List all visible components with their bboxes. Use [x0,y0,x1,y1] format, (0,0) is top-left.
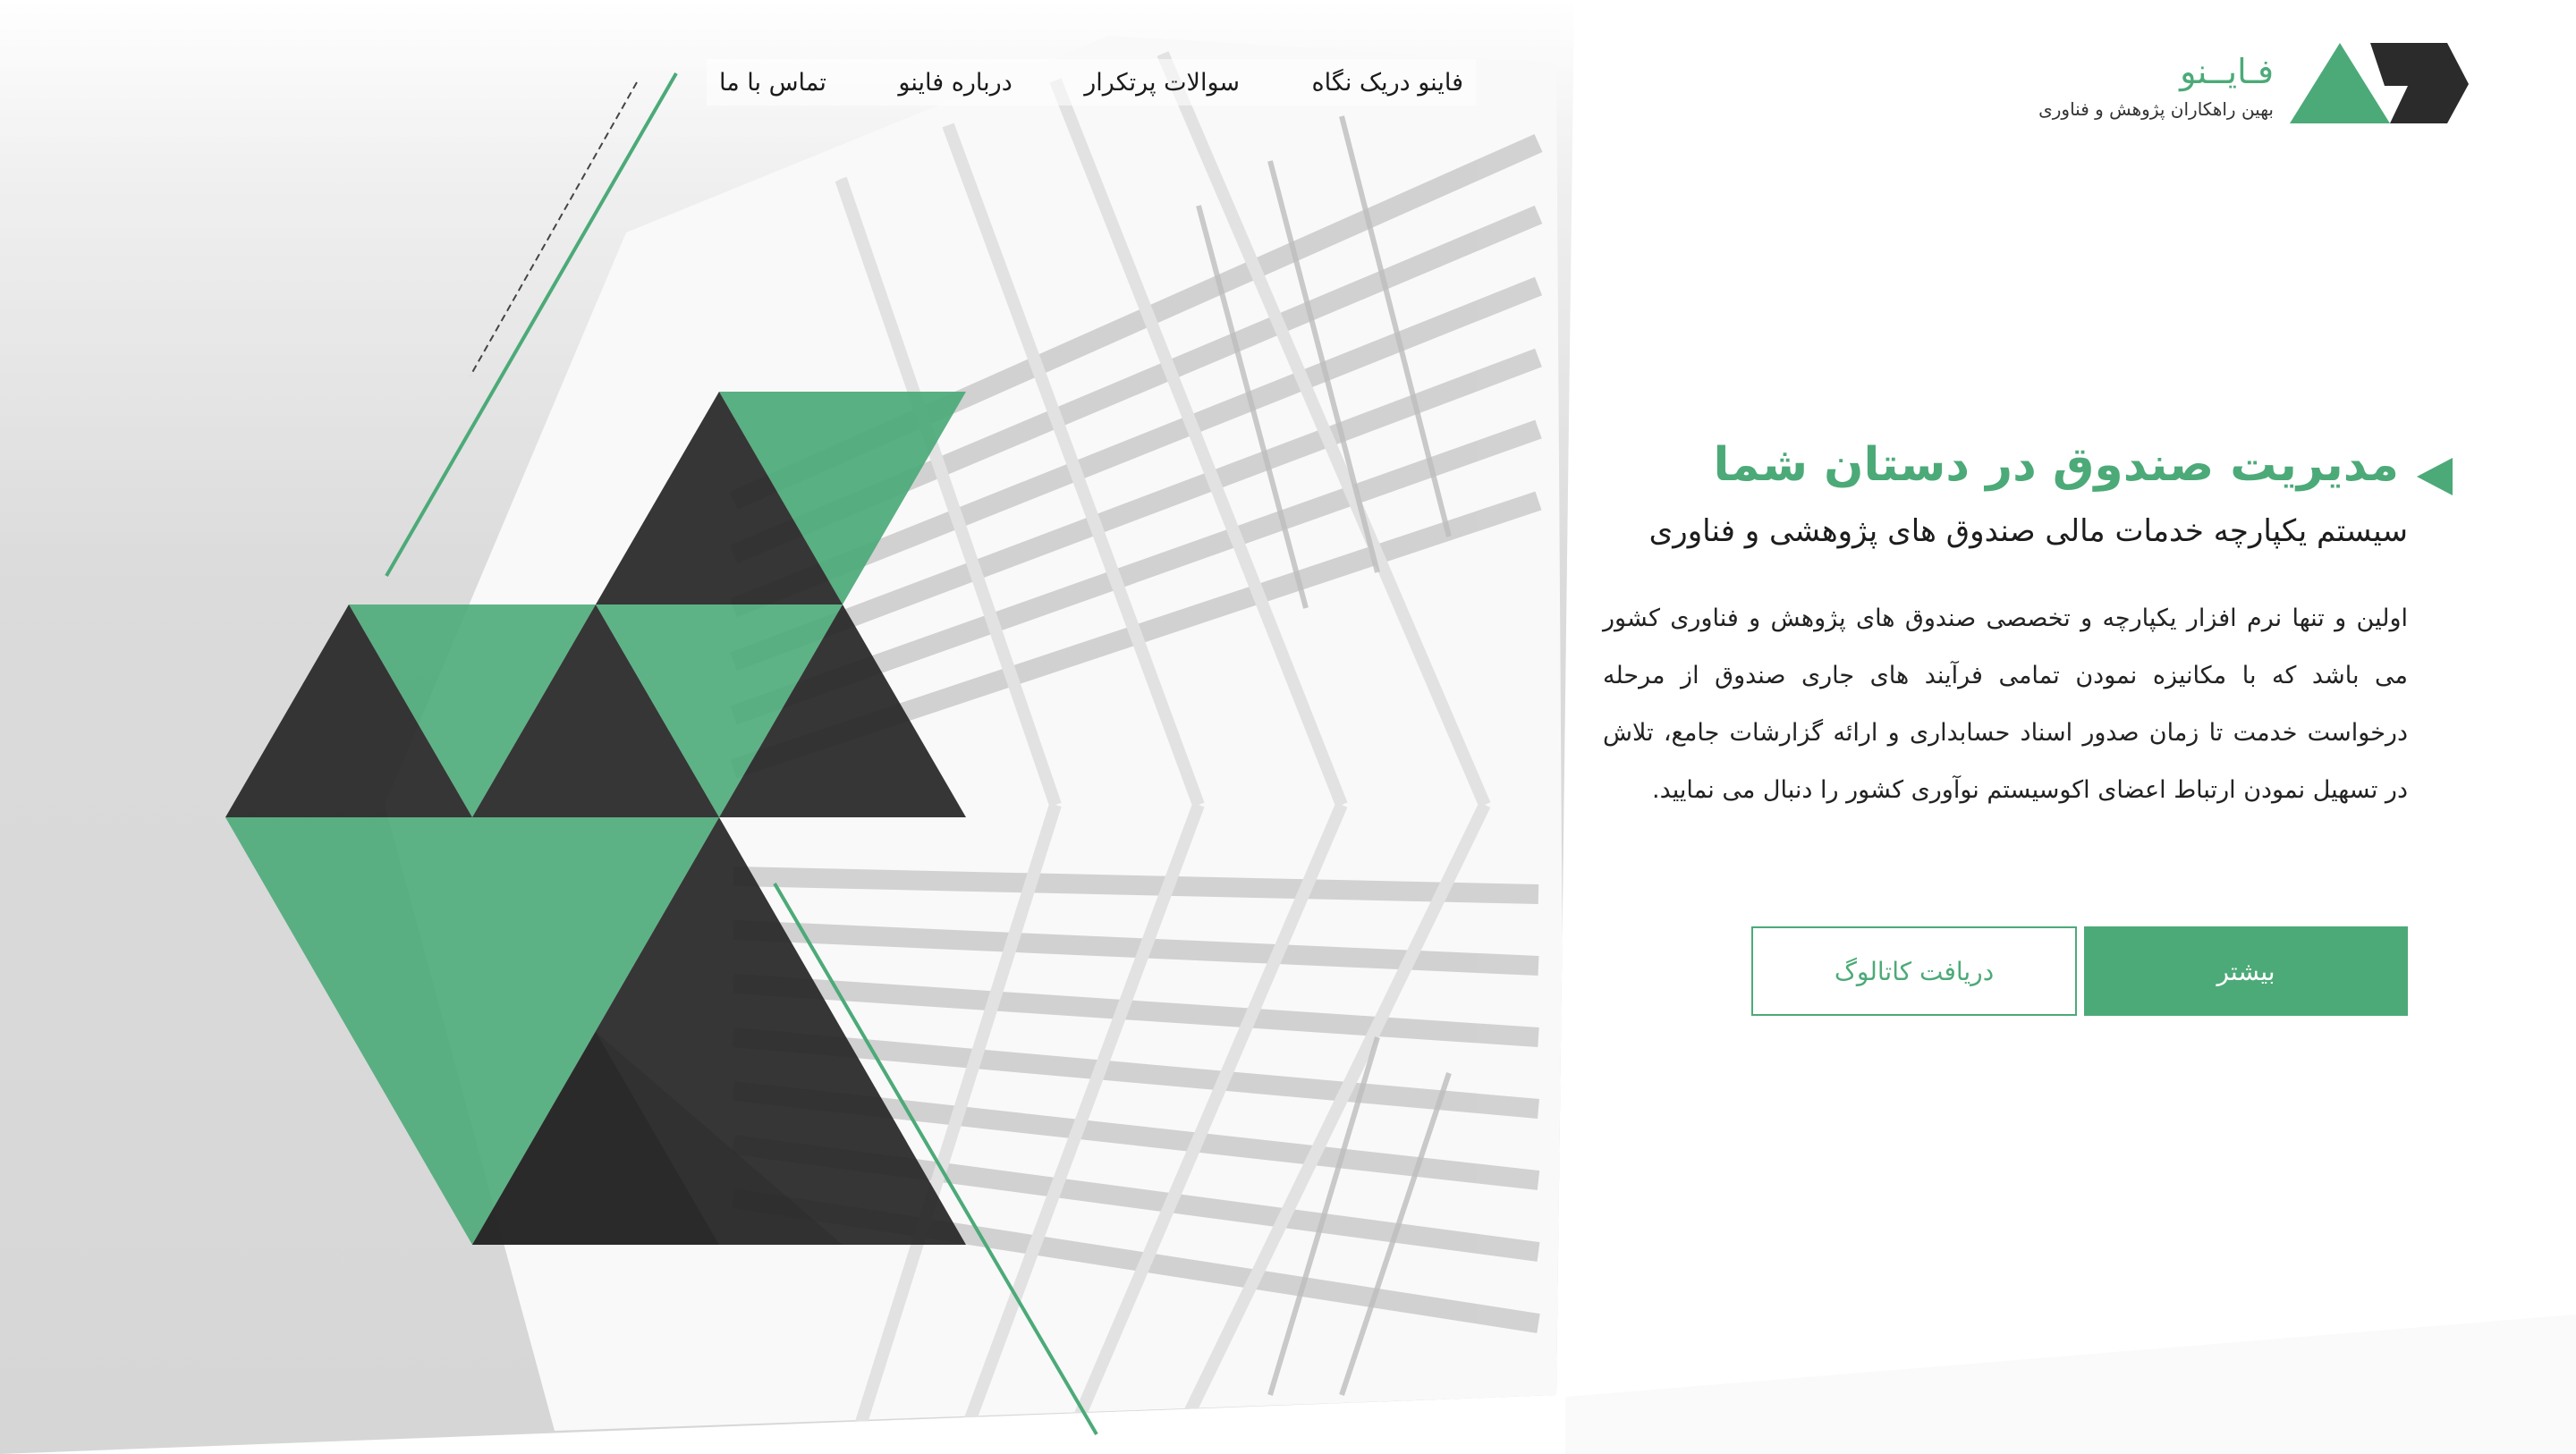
brand-name: فـایــنو [2180,52,2274,91]
hero-section: مدیریت صندوق در دستان شما سیستم یکپارچه … [1603,429,2453,819]
brand-tagline: بهین راهکاران پژوهش و فناوری [2038,98,2274,120]
logo-mark-icon [2290,43,2469,123]
page: تماس با ما درباره فاینو سوالات پرتکرار ف… [0,0,2576,1454]
hero-title: مدیریت صندوق در دستان شما [1713,438,2399,492]
brand-logo[interactable]: فـایــنو بهین راهکاران پژوهش و فناوری [2038,36,2469,134]
nav-item-about[interactable]: درباره فاینو [898,69,1012,97]
hero-description: اولین و تنها نرم افزار یکپارچه و تخصصی ص… [1603,604,2408,804]
hero-title-wrap: مدیریت صندوق در دستان شما [1603,429,2453,501]
hero-subtitle: سیستم یکپارچه خدمات مالی صندوق های پژوهش… [1648,513,2408,549]
nav-item-overview[interactable]: فاینو دریک نگاه [1312,69,1463,97]
top-nav: تماس با ما درباره فاینو سوالات پرتکرار ف… [707,59,1476,106]
triangle-bullet-icon [2417,458,2453,495]
more-button[interactable]: بیشتر [2084,926,2408,1016]
nav-item-contact[interactable]: تماس با ما [719,69,826,97]
download-catalog-button[interactable]: دریافت کاتالوگ [1751,926,2077,1016]
nav-item-faq[interactable]: سوالات پرتکرار [1084,69,1240,97]
